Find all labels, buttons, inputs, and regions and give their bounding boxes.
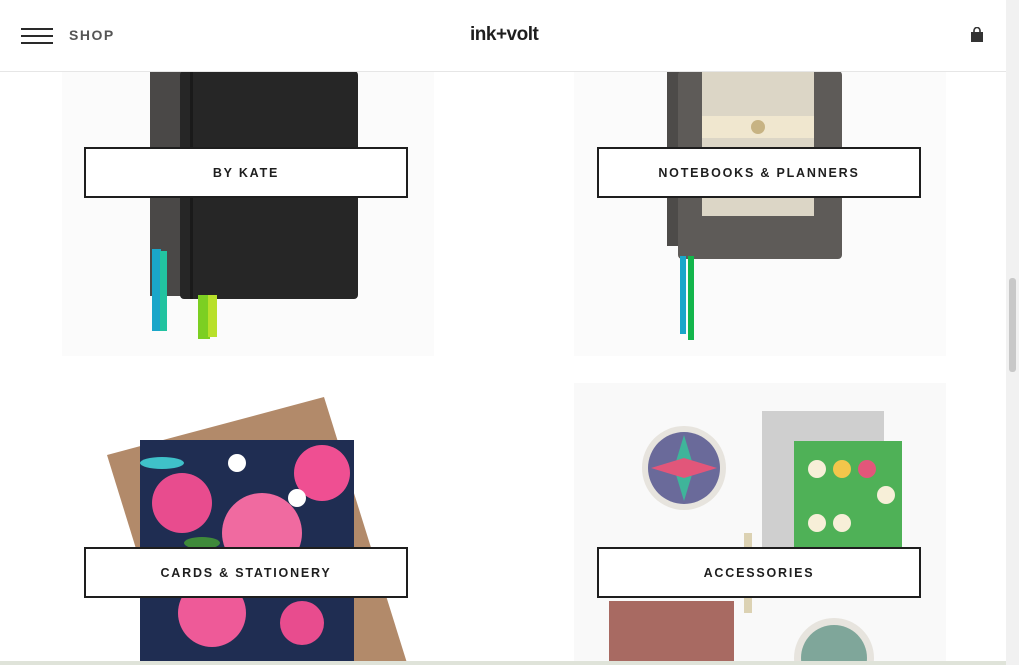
category-image-cards-stationery[interactable]: [62, 383, 434, 665]
bottom-edge: [0, 661, 1006, 665]
hamburger-menu-icon[interactable]: [21, 28, 53, 46]
shop-link[interactable]: SHOP: [69, 27, 115, 43]
cards-stationery-button[interactable]: CARDS & STATIONERY: [84, 547, 408, 598]
site-header: SHOP ink+volt: [0, 0, 1006, 72]
by-kate-button[interactable]: BY KATE: [84, 147, 408, 198]
notebooks-planners-button[interactable]: NOTEBOOKS & PLANNERS: [597, 147, 921, 198]
shopping-bag-icon[interactable]: [970, 27, 984, 43]
vertical-scrollbar[interactable]: [1006, 0, 1019, 665]
site-logo[interactable]: ink+volt: [470, 24, 539, 46]
scrollbar-thumb[interactable]: [1009, 278, 1016, 372]
accessories-button[interactable]: ACCESSORIES: [597, 547, 921, 598]
category-image-accessories[interactable]: [574, 383, 946, 665]
category-image-notebooks-planners[interactable]: [574, 71, 946, 356]
category-image-by-kate[interactable]: [62, 71, 434, 356]
